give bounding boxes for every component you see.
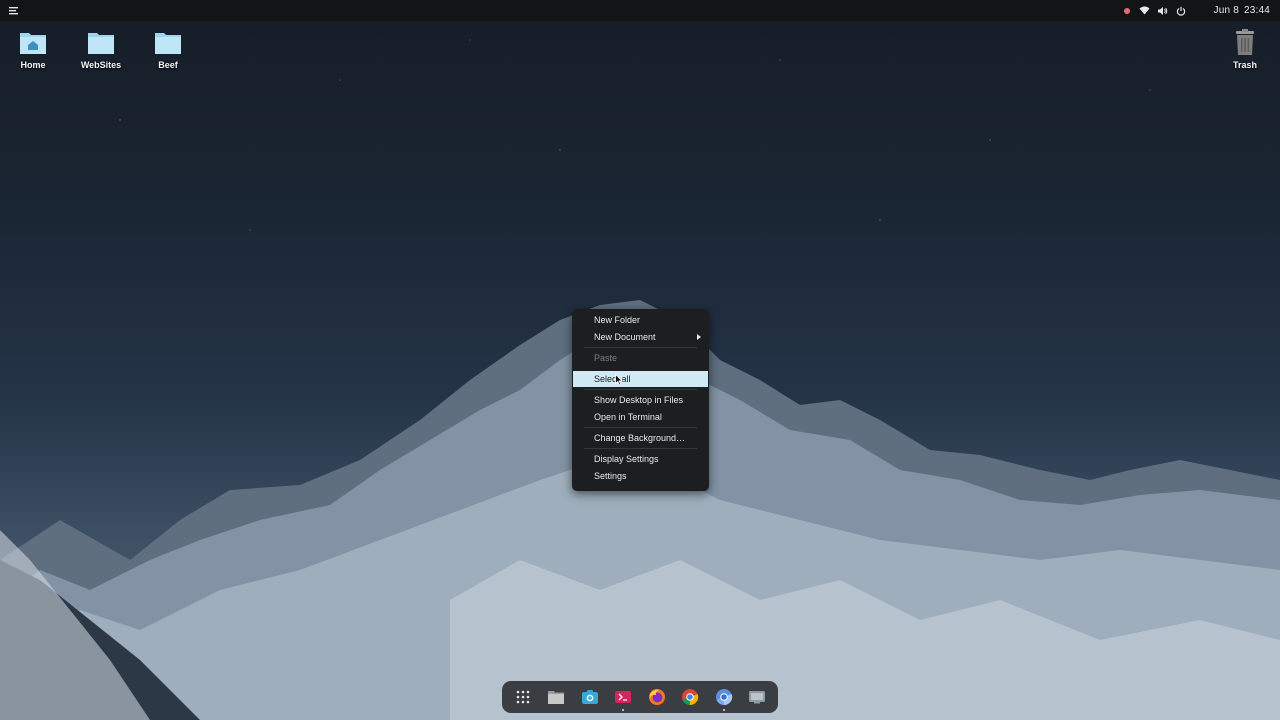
chrome-icon [682, 689, 699, 706]
menu-item-label: Show Desktop in Files [594, 395, 684, 405]
running-indicator [622, 709, 625, 711]
menu-item-new-folder[interactable]: New Folder [573, 312, 708, 328]
dock-monitor[interactable] [742, 682, 772, 712]
menu-item-settings[interactable]: Settings [573, 468, 708, 484]
wifi-icon[interactable] [1136, 0, 1154, 21]
menu-item-label: Change Background… [594, 433, 686, 443]
menu-item-display-settings[interactable]: Display Settings [573, 451, 708, 467]
mouse-cursor-icon [615, 374, 623, 386]
menu-separator [584, 448, 697, 449]
menu-item-label: New Document [594, 332, 656, 342]
system-tray: Jun 8 23:44 [1118, 0, 1271, 21]
home-folder-icon [20, 33, 46, 54]
menu-item-change-background[interactable]: Change Background… [573, 430, 708, 446]
screenshot-icon [581, 690, 598, 704]
menu-item-label: Open in Terminal [594, 412, 662, 422]
clock-time: 23:44 [1243, 5, 1270, 16]
power-icon[interactable] [1172, 0, 1190, 21]
menu-separator [584, 389, 697, 390]
dock-app-center[interactable] [608, 682, 638, 712]
volume-icon[interactable] [1154, 0, 1172, 21]
running-indicator [722, 709, 725, 711]
desktop-icon-label: Home [20, 60, 46, 70]
menu-item-open-in-terminal[interactable]: Open in Terminal [573, 409, 708, 425]
monitor-icon [749, 691, 766, 704]
desktop-icon-home[interactable]: Home [3, 28, 63, 70]
dock-chromium[interactable] [709, 682, 739, 712]
dock [502, 681, 778, 713]
menu-item-label: Select all [594, 374, 631, 384]
menu-item-paste[interactable]: Paste [573, 350, 708, 366]
folder-icon [88, 33, 114, 54]
dock-chrome[interactable] [675, 682, 705, 712]
recording-indicator[interactable] [1118, 0, 1136, 21]
clock[interactable]: Jun 8 23:44 [1214, 5, 1271, 16]
menu-separator [584, 427, 697, 428]
dock-app-grid[interactable] [508, 682, 538, 712]
clock-date: Jun 8 [1213, 5, 1239, 16]
menu-item-label: Settings [594, 471, 627, 481]
submenu-arrow-icon [697, 334, 701, 340]
desktop-icon-label: Trash [1232, 60, 1257, 70]
menu-item-new-document[interactable]: New Document [573, 329, 708, 345]
desktop-icon-trash[interactable]: Trash [1215, 28, 1275, 70]
menu-item-label: Paste [594, 353, 618, 363]
chromium-icon [715, 689, 732, 706]
desktop-icon-label: WebSites [80, 60, 122, 70]
desktop-icon-websites[interactable]: WebSites [71, 28, 131, 70]
menu-item-label: New Folder [594, 315, 641, 325]
menu-item-label: Display Settings [594, 454, 659, 464]
files-icon [548, 691, 565, 704]
menu-icon[interactable] [8, 5, 19, 16]
menu-item-select-all[interactable]: Select all [573, 371, 708, 387]
desktop-icon-beef[interactable]: Beef [138, 28, 198, 70]
firefox-icon [648, 689, 665, 705]
dock-firefox[interactable] [642, 682, 672, 712]
dock-screenshot[interactable] [575, 682, 605, 712]
dock-files[interactable] [541, 682, 571, 712]
top-bar: Jun 8 23:44 [0, 0, 1280, 21]
app-grid-icon [516, 690, 530, 704]
trash-icon [1236, 29, 1254, 55]
menu-item-show-desktop-in-files[interactable]: Show Desktop in Files [573, 392, 708, 408]
app-center-icon [615, 691, 632, 703]
menu-separator [584, 347, 697, 348]
folder-icon [155, 33, 181, 54]
desktop-context-menu: New Folder New Document Paste Select all… [572, 309, 709, 491]
desktop-icon-label: Beef [158, 60, 178, 70]
